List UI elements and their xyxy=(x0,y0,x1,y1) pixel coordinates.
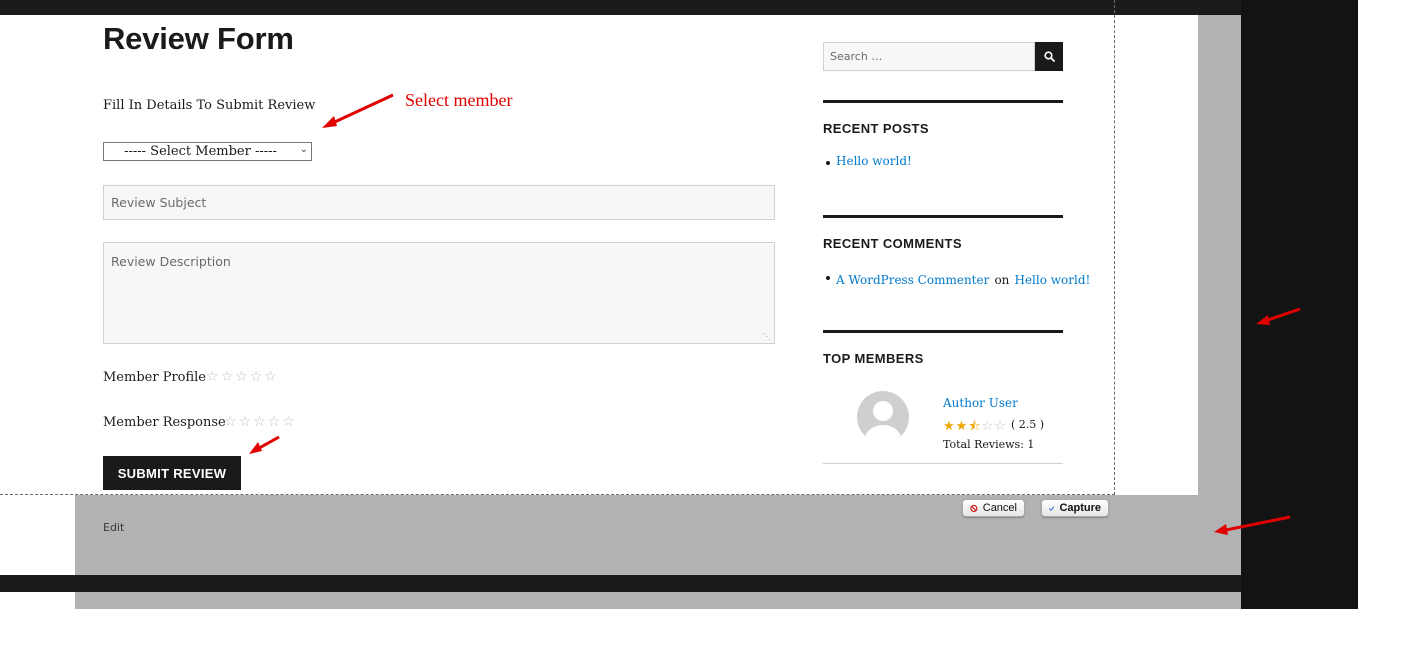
annotation-arrow xyxy=(249,435,280,454)
annotation-arrows xyxy=(249,93,1301,535)
annotation-arrow xyxy=(1214,515,1291,535)
annotation-arrow xyxy=(322,93,394,128)
annotation-arrow xyxy=(1256,307,1301,325)
